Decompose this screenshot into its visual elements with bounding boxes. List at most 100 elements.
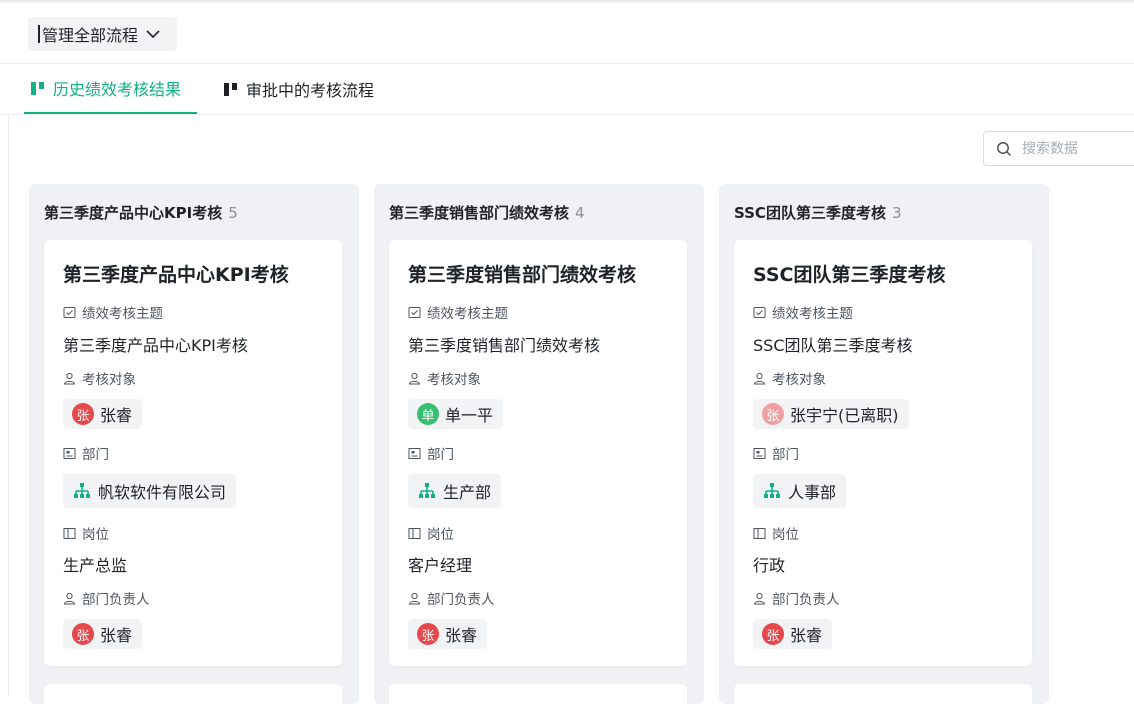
person-name: 张睿 — [790, 626, 823, 645]
field-label: 绩效考核主题 — [427, 306, 508, 322]
department-icon — [753, 447, 766, 459]
dept-label: 部门 — [63, 443, 109, 463]
process-card[interactable]: 第三季度产品中心KPI考核 绩效考核主题 第三季度产品中心KPI考核 考核对象 … — [44, 240, 342, 666]
avatar: 张 — [72, 403, 94, 425]
person-name: 张睿 — [100, 406, 133, 425]
org-tree-icon — [764, 483, 780, 498]
column-title: 第三季度销售部门绩效考核 — [389, 204, 570, 222]
search-icon — [997, 141, 1012, 156]
text-cursor — [38, 25, 40, 43]
checkbox-icon — [63, 306, 76, 318]
user-icon — [753, 592, 766, 604]
dept-chip: 帆软软件有限公司 — [63, 474, 237, 508]
process-card-next[interactable] — [44, 684, 342, 724]
target-chip: 张 张宇宁(已离职) — [753, 399, 909, 429]
field-label: 部门 — [427, 447, 454, 463]
dept-name: 生产部 — [443, 483, 492, 502]
dept-chip: 生产部 — [408, 474, 502, 508]
board-column: 第三季度产品中心KPI考核 5 第三季度产品中心KPI考核 绩效考核主题 第三季度… — [29, 184, 359, 724]
department-icon — [63, 447, 76, 459]
column-count: 5 — [228, 204, 238, 222]
field-label: 考核对象 — [82, 372, 136, 388]
theme-value: 第三季度销售部门绩效考核 — [408, 336, 601, 355]
avatar: 单 — [417, 403, 439, 425]
theme-label: 绩效考核主题 — [753, 302, 853, 322]
field-label: 部门负责人 — [82, 592, 150, 608]
position-icon — [753, 527, 766, 539]
avatar: 张 — [762, 623, 784, 645]
process-card[interactable]: 第三季度销售部门绩效考核 绩效考核主题 第三季度销售部门绩效考核 考核对象 单 … — [389, 240, 687, 666]
search-box[interactable] — [983, 131, 1134, 166]
person-name: 张宇宁(已离职) — [790, 406, 899, 425]
scope-label: 管理全部流程 — [42, 26, 139, 45]
tab-bar: 历史绩效考核结果 审批中的考核流程 — [24, 64, 382, 114]
leader-label: 部门负责人 — [63, 588, 150, 608]
board-column: SSC团队第三季度考核 3 SSC团队第三季度考核 绩效考核主题 SSC团队第三季… — [719, 184, 1049, 724]
position-label: 岗位 — [753, 523, 799, 543]
process-card-next[interactable] — [734, 684, 1032, 724]
dept-name: 人事部 — [788, 483, 837, 502]
target-label: 考核对象 — [63, 368, 136, 388]
field-label: 部门负责人 — [772, 592, 840, 608]
avatar: 张 — [762, 403, 784, 425]
user-icon — [408, 592, 421, 604]
dept-chip: 人事部 — [753, 474, 847, 508]
field-label: 考核对象 — [427, 372, 481, 388]
org-tree-icon — [74, 483, 90, 498]
checkbox-icon — [753, 306, 766, 318]
field-label: 岗位 — [772, 527, 799, 543]
position-value: 行政 — [753, 556, 786, 575]
position-label: 岗位 — [408, 523, 454, 543]
position-icon — [408, 527, 421, 539]
top-shadow — [0, 0, 1134, 4]
field-label: 部门负责人 — [427, 592, 495, 608]
process-card[interactable]: SSC团队第三季度考核 绩效考核主题 SSC团队第三季度考核 考核对象 张 张宇… — [734, 240, 1032, 666]
column-header: 第三季度产品中心KPI考核 5 — [44, 202, 238, 223]
position-value: 生产总监 — [63, 556, 128, 575]
org-tree-icon — [419, 483, 435, 498]
tab-label: 历史绩效考核结果 — [53, 80, 182, 99]
position-value: 客户经理 — [408, 556, 473, 575]
tab-history-results[interactable]: 历史绩效考核结果 — [24, 64, 197, 114]
search-input[interactable] — [1020, 139, 1134, 158]
left-divider — [8, 115, 9, 695]
column-count: 4 — [575, 204, 585, 222]
field-label: 考核对象 — [772, 372, 826, 388]
department-icon — [408, 447, 421, 459]
avatar: 张 — [417, 623, 439, 645]
leader-chip: 张 张睿 — [63, 619, 143, 649]
tab-label: 审批中的考核流程 — [246, 81, 375, 100]
person-name: 张睿 — [100, 626, 133, 645]
field-label: 部门 — [82, 447, 109, 463]
field-label: 岗位 — [427, 527, 454, 543]
field-label: 岗位 — [82, 527, 109, 543]
field-label: 绩效考核主题 — [772, 306, 853, 322]
tabs-divider — [0, 114, 1134, 115]
card-title: SSC团队第三季度考核 — [753, 264, 946, 286]
field-label: 部门 — [772, 447, 799, 463]
card-title: 第三季度销售部门绩效考核 — [408, 264, 637, 286]
target-chip: 单 单一平 — [408, 399, 504, 429]
kanban-icon — [31, 81, 44, 95]
column-count: 3 — [891, 204, 902, 222]
user-icon — [408, 372, 421, 384]
process-scope-dropdown[interactable]: 管理全部流程 — [28, 17, 177, 51]
chevron-down-icon — [146, 30, 160, 39]
leader-label: 部门负责人 — [753, 588, 840, 608]
leader-chip: 张 张睿 — [408, 619, 488, 649]
target-label: 考核对象 — [753, 368, 826, 388]
theme-value: 第三季度产品中心KPI考核 — [63, 336, 248, 355]
field-label: 绩效考核主题 — [82, 306, 163, 322]
kanban-icon — [224, 82, 237, 96]
avatar: 张 — [72, 623, 94, 645]
leader-label: 部门负责人 — [408, 588, 495, 608]
user-icon — [63, 592, 76, 604]
position-label: 岗位 — [63, 523, 109, 543]
user-icon — [753, 372, 766, 384]
tab-in-approval[interactable]: 审批中的考核流程 — [217, 64, 382, 114]
leader-chip: 张 张睿 — [753, 619, 833, 649]
dept-label: 部门 — [408, 443, 454, 463]
column-header: 第三季度销售部门绩效考核 4 — [389, 202, 585, 223]
process-card-next[interactable] — [389, 684, 687, 724]
column-title: SSC团队第三季度考核 — [734, 204, 886, 222]
